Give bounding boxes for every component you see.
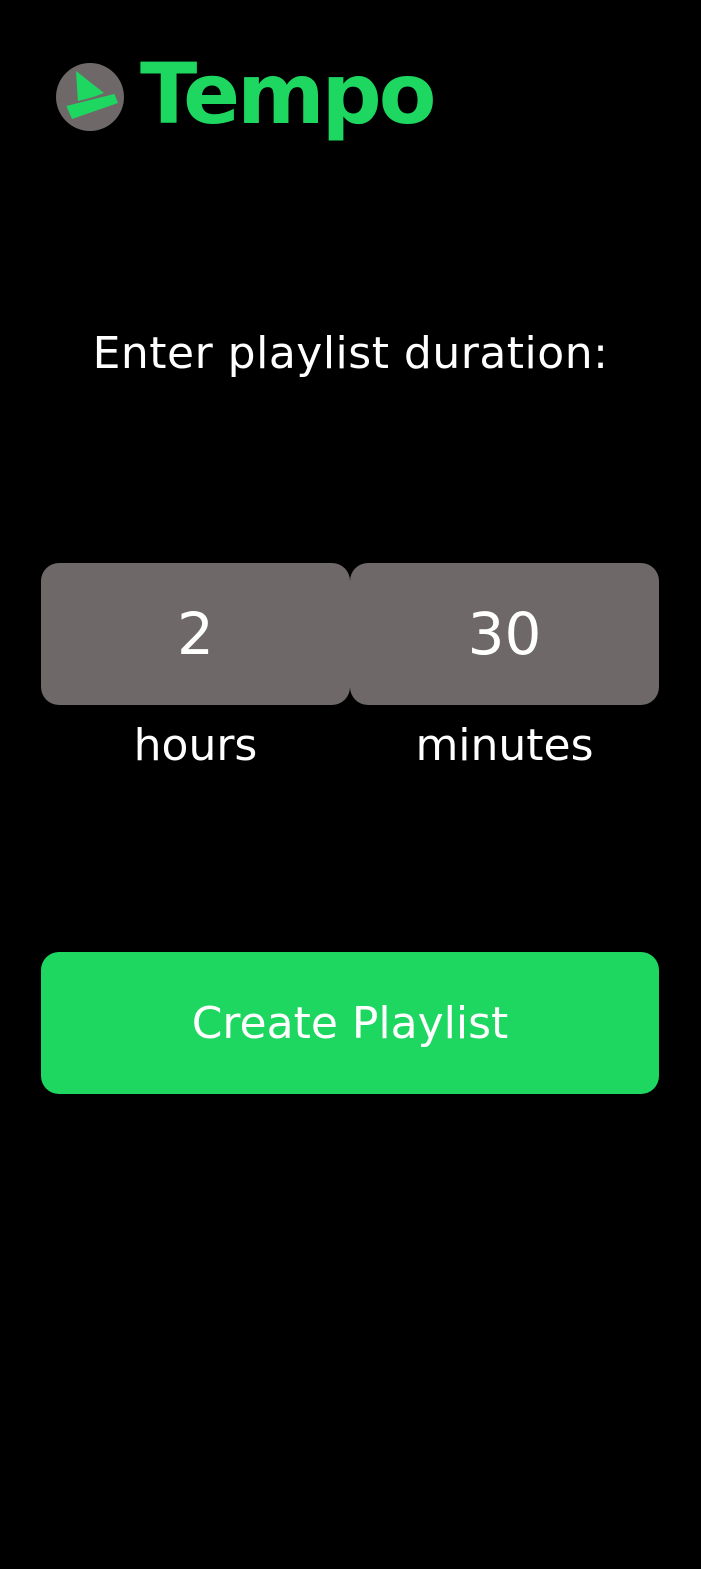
- minutes-input[interactable]: 30: [350, 563, 659, 705]
- app-header: Tempo: [56, 45, 436, 143]
- minutes-label: minutes: [415, 720, 594, 771]
- duration-inputs: 2 30: [41, 563, 659, 705]
- hours-input[interactable]: 2: [41, 563, 350, 705]
- duration-prompt: Enter playlist duration:: [92, 328, 609, 379]
- create-playlist-button[interactable]: Create Playlist: [41, 952, 659, 1094]
- play-triangle-logo-icon: [56, 63, 124, 131]
- brand-name: Tempo: [140, 45, 436, 143]
- hours-label: hours: [133, 720, 258, 771]
